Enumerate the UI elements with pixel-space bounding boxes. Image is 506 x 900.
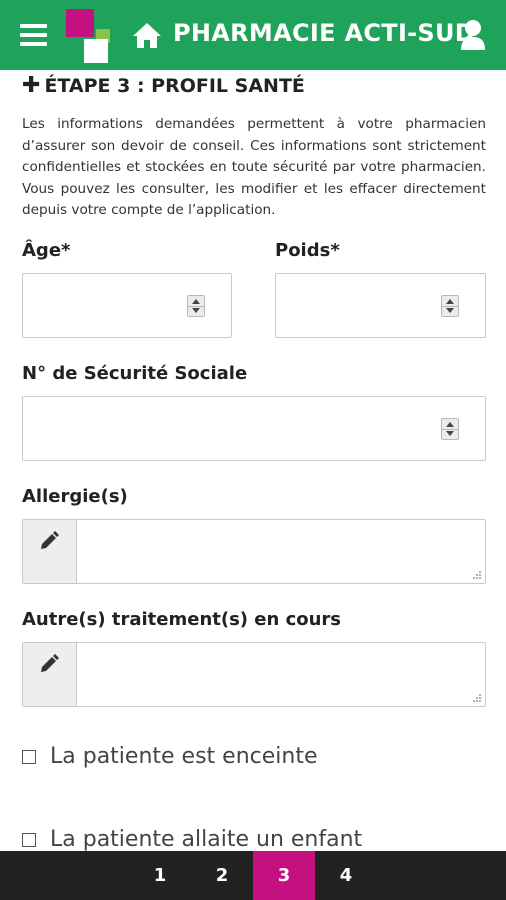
step-heading: ✚ ÉTAPE 3 : PROFIL SANTÉ bbox=[22, 73, 305, 98]
step-pager: 1 2 3 4 bbox=[0, 851, 506, 900]
age-label: Âge* bbox=[22, 240, 71, 261]
page-4-button[interactable]: 4 bbox=[315, 851, 377, 900]
treatments-textarea[interactable] bbox=[22, 642, 486, 707]
allergies-addon bbox=[23, 520, 77, 583]
treatments-addon bbox=[23, 643, 77, 706]
weight-input[interactable] bbox=[275, 273, 486, 338]
allergies-label: Allergie(s) bbox=[22, 486, 128, 507]
pencil-icon bbox=[41, 654, 59, 672]
treatments-label: Autre(s) traitement(s) en cours bbox=[22, 609, 342, 630]
page-3-button[interactable]: 3 bbox=[253, 851, 315, 900]
pregnant-label[interactable]: La patiente est enceinte bbox=[50, 744, 318, 769]
breastfeeding-checkbox[interactable] bbox=[22, 833, 36, 847]
app-header: PHARMACIE ACTI-SUD bbox=[0, 0, 506, 70]
allergies-textarea[interactable] bbox=[22, 519, 486, 584]
plus-icon: ✚ bbox=[22, 73, 41, 98]
pencil-icon bbox=[41, 531, 59, 549]
hamburger-icon[interactable] bbox=[20, 24, 47, 46]
resize-grip-icon[interactable] bbox=[472, 570, 482, 580]
page-1-button[interactable]: 1 bbox=[129, 851, 191, 900]
page-2-button[interactable]: 2 bbox=[191, 851, 253, 900]
breastfeeding-label[interactable]: La patiente allaite un enfant bbox=[50, 827, 362, 852]
user-icon[interactable] bbox=[460, 19, 486, 55]
pregnant-checkbox[interactable] bbox=[22, 750, 36, 764]
ssn-stepper[interactable] bbox=[441, 418, 459, 440]
weight-label: Poids* bbox=[275, 240, 340, 261]
weight-stepper[interactable] bbox=[441, 295, 459, 317]
home-icon[interactable] bbox=[132, 21, 162, 53]
app-title: PHARMACIE ACTI-SUD bbox=[173, 19, 476, 47]
pharmacy-logo bbox=[66, 9, 116, 63]
age-input[interactable] bbox=[22, 273, 232, 338]
resize-grip-icon[interactable] bbox=[472, 693, 482, 703]
ssn-input[interactable] bbox=[22, 396, 486, 461]
age-stepper[interactable] bbox=[187, 295, 205, 317]
ssn-label: N° de Sécurité Sociale bbox=[22, 363, 248, 384]
intro-text: Les informations demandées permettent à … bbox=[22, 116, 486, 218]
